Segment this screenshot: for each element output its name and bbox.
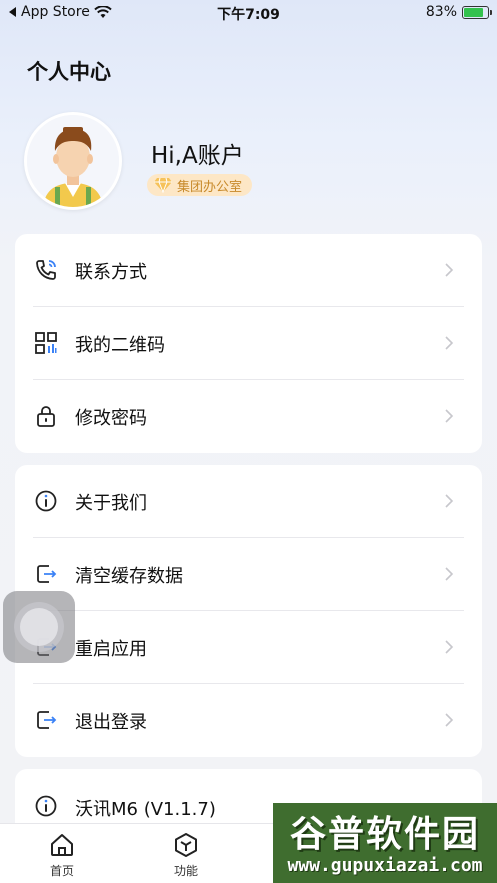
diamond-icon [154, 177, 172, 193]
menu-item-label: 修改密码 [75, 407, 147, 429]
assistive-touch-button[interactable] [3, 591, 75, 663]
menu-item-qrcode[interactable]: 我的二维码 [15, 307, 482, 380]
home-icon [51, 834, 73, 856]
watermark-title: 谷普软件园 [289, 814, 480, 855]
menu-item-about[interactable]: 关于我们 [15, 465, 482, 538]
menu-item-label: 关于我们 [75, 492, 147, 514]
role-badge: 集团办公室 [147, 174, 253, 196]
qrcode-icon [35, 332, 57, 354]
chevron-right-icon [445, 409, 454, 423]
menu-item-label: 清空缓存数据 [75, 565, 183, 587]
tab-home[interactable]: 首页 [32, 832, 92, 879]
info-icon [35, 490, 57, 512]
page-title: 个人中心 [27, 60, 111, 84]
chevron-right-icon [445, 263, 454, 277]
tab-label: 功能 [173, 864, 198, 878]
menu-item-label: 重启应用 [75, 638, 147, 660]
tab-label: 首页 [49, 864, 74, 878]
exit-icon [37, 711, 57, 729]
battery-status: 83% [425, 4, 492, 20]
watermark-url: www.gupuxiazai.com [287, 855, 483, 876]
assistive-touch-ring [14, 602, 64, 652]
account-menu-card: 联系方式 我的二维码 修改密码 [15, 234, 482, 453]
chevron-right-icon [445, 567, 454, 581]
profile-greeting: Hi,A账户 [151, 143, 244, 169]
chevron-right-icon [445, 713, 454, 727]
tab-functions[interactable]: 功能 [156, 832, 216, 879]
app-menu-card: 关于我们 清空缓存数据 重启应用 退出登录 [15, 465, 482, 757]
cube-icon [175, 833, 197, 857]
menu-item-label: 联系方式 [75, 261, 147, 283]
assistive-touch-core [20, 608, 58, 646]
menu-item-clear-cache[interactable]: 清空缓存数据 [15, 538, 482, 611]
menu-item-change-password[interactable]: 修改密码 [15, 380, 482, 453]
user-avatar-icon [27, 115, 119, 207]
watermark: 谷普软件园 www.gupuxiazai.com [273, 803, 497, 883]
phone-icon [36, 260, 56, 280]
menu-item-restart-app[interactable]: 重启应用 [15, 611, 482, 684]
lock-icon [37, 406, 55, 427]
role-label: 集团办公室 [177, 179, 243, 195]
menu-item-label: 退出登录 [75, 711, 147, 733]
battery-fill [464, 7, 484, 17]
menu-item-label: 沃讯M6 (V1.1.7) [75, 799, 216, 820]
battery-icon [462, 5, 492, 19]
battery-percent: 83% [425, 4, 457, 20]
status-bar: App Store 下午7:09 83% [0, 0, 497, 26]
chevron-right-icon [445, 640, 454, 654]
avatar[interactable] [24, 112, 122, 210]
chevron-right-icon [445, 494, 454, 508]
menu-item-label: 我的二维码 [75, 334, 165, 356]
menu-item-logout[interactable]: 退出登录 [15, 684, 482, 757]
menu-item-contact[interactable]: 联系方式 [15, 234, 482, 307]
info-icon [35, 795, 57, 817]
status-time: 下午7:09 [217, 7, 280, 23]
chevron-right-icon [445, 336, 454, 350]
exit-icon [37, 565, 57, 583]
